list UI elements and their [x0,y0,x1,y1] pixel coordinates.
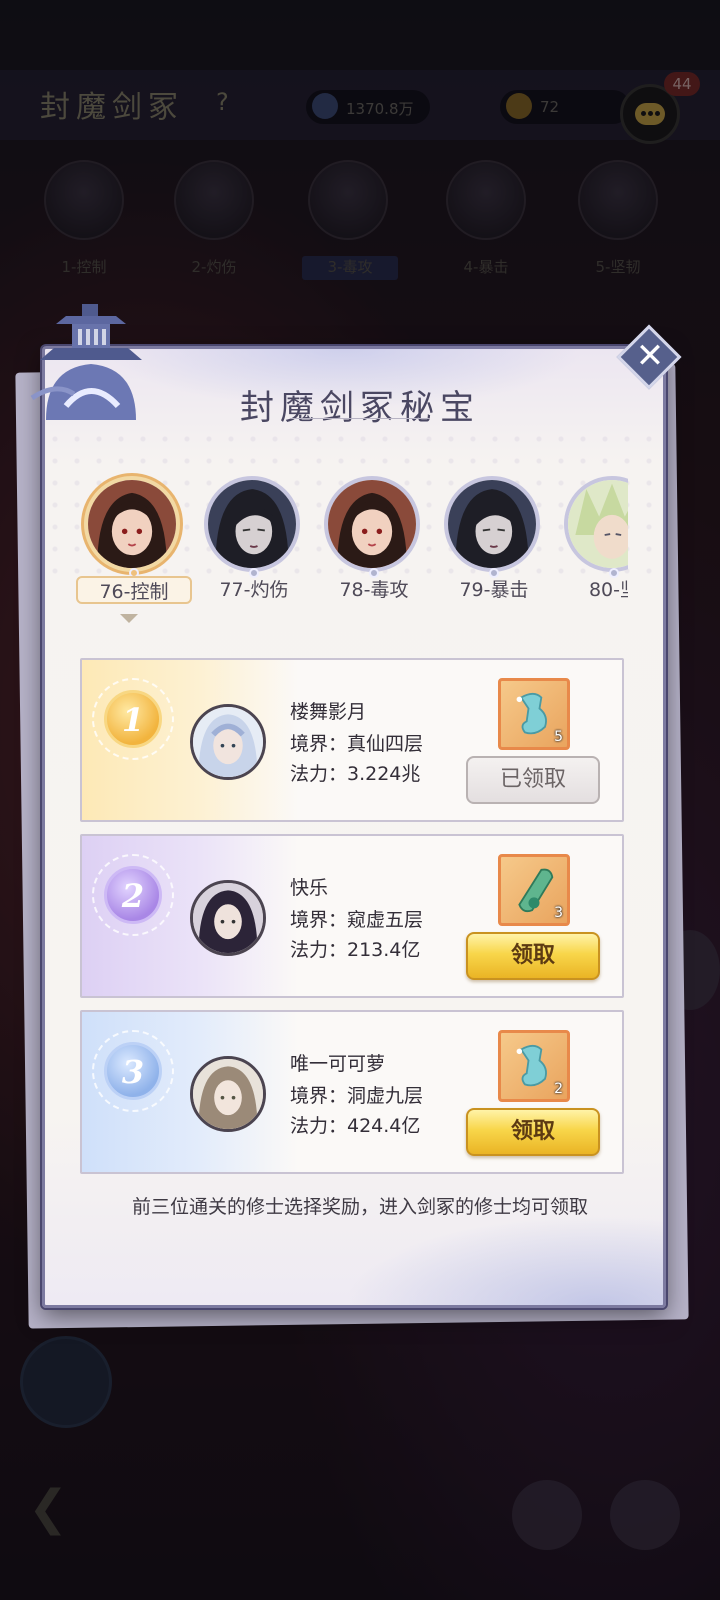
tab-boss-78[interactable]: 78-毒攻 [316,472,436,612]
tab-boss-76[interactable]: 76-控制 [76,472,196,612]
claimed-button[interactable]: 已领取 [466,756,600,804]
player-realm: 境界：洞虚九层 [290,1085,424,1107]
boss-portrait [564,476,628,572]
tab-label: 77-灼伤 [219,579,289,601]
title-underline [290,418,430,426]
rank-medal: 1 [104,690,162,748]
tab-label: 80-坚 [588,579,628,601]
player-name: 楼舞影月 [290,701,367,723]
footer-note: 前三位通关的修士选择奖励，进入剑冢的修士均可领取 [131,1196,588,1218]
claim-button[interactable]: 领取 [466,932,600,980]
player-realm: 境界：真仙四层 [290,733,424,755]
reward-item[interactable]: 2 [498,1030,570,1102]
reward-count: 5 [554,729,563,745]
boss-portrait [324,476,420,572]
rank-medal: 3 [104,1042,162,1100]
tab-label: 76-控制 [76,576,192,604]
reward-count: 3 [554,905,563,921]
tab-label: 78-毒攻 [339,579,409,601]
reward-count: 2 [554,1081,563,1097]
player-name: 唯一可可萝 [290,1053,386,1075]
avatar [190,1056,266,1132]
close-icon: ✕ [635,336,665,377]
avatar [190,880,266,956]
player-power: 法力：3.224兆 [290,763,421,785]
tab-label: 79-暴击 [459,579,529,601]
tab-boss-80[interactable]: 80-坚 [556,472,628,612]
player-power: 法力：424.4亿 [290,1115,421,1137]
boss-portrait [204,476,300,572]
boss-portrait [444,476,540,572]
reward-item[interactable]: 3 [498,854,570,926]
reward-item[interactable]: 5 [498,678,570,750]
tab-indicator-icon [120,614,138,623]
player-realm: 境界：窥虚五层 [290,909,424,931]
tab-boss-77[interactable]: 77-灼伤 [196,472,316,612]
player-name: 快乐 [290,877,329,899]
boss-portrait [84,476,180,572]
player-power: 法力：213.4亿 [290,939,421,961]
rank-medal: 2 [104,866,162,924]
claim-button[interactable]: 领取 [466,1108,600,1156]
avatar [190,704,266,780]
rank-card-3: 3 唯一可可萝 境界：洞虚九层 法力：424.4亿 2 领取 [80,1010,624,1174]
rank-card-1: 1 楼舞影月 境界：真仙四层 法力：3.224兆 5 已领取 [80,658,624,822]
tab-boss-79[interactable]: 79-暴击 [436,472,556,612]
boss-tabs: 76-控制 77-灼伤 78-毒攻 79-暴击 80- [72,472,628,632]
rank-card-2: 2 快乐 境界：窥虚五层 法力：213.4亿 3 领取 [80,834,624,998]
